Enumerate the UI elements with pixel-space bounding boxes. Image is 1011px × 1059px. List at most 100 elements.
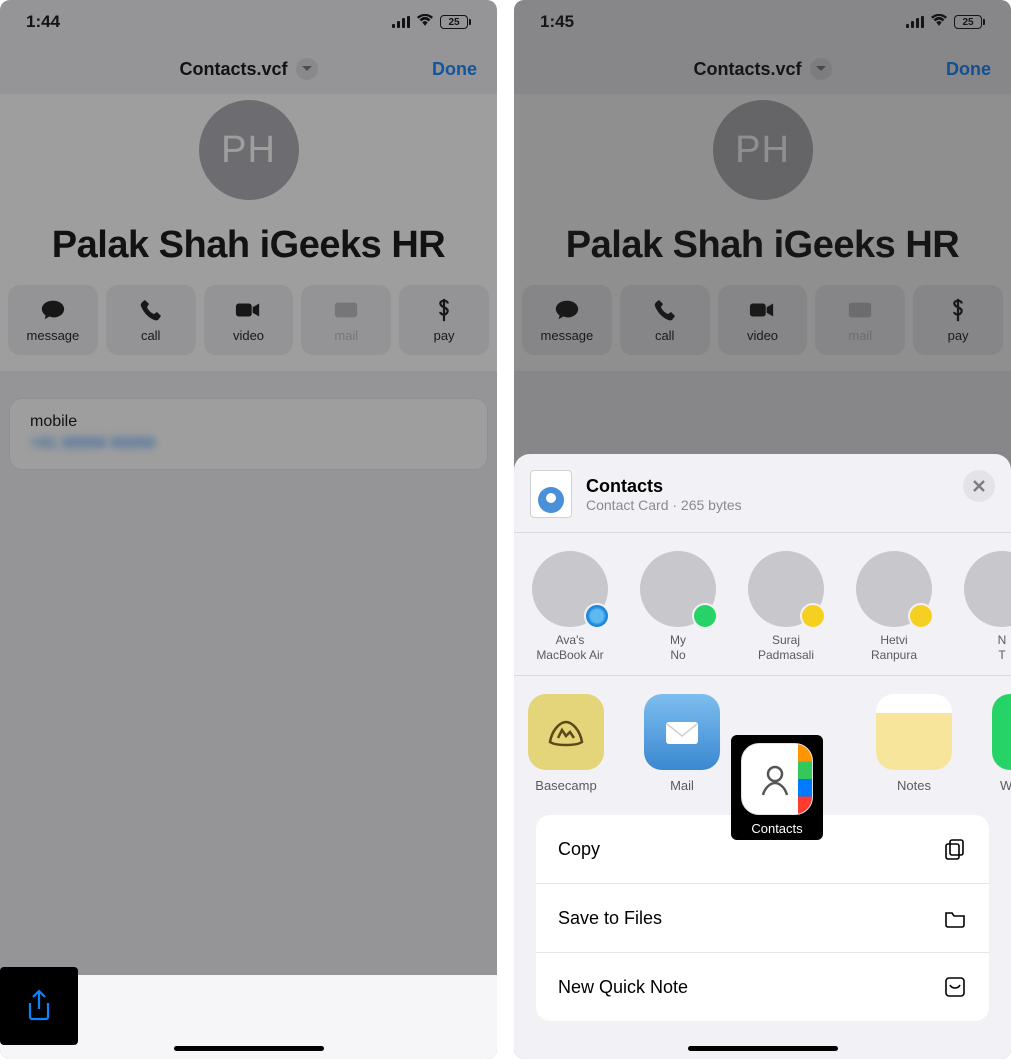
wifi-icon xyxy=(416,12,434,32)
contact-avatar: PH xyxy=(713,100,813,200)
call-label: call xyxy=(141,328,161,343)
avatar xyxy=(532,551,608,627)
basecamp-icon xyxy=(528,694,604,770)
chevron-down-icon xyxy=(296,58,318,80)
share-person[interactable]: HetviRanpura xyxy=(854,551,934,663)
cellular-icon xyxy=(392,16,410,28)
nav-bar: Contacts.vcf Done xyxy=(514,44,1011,94)
video-button[interactable]: video xyxy=(718,285,808,355)
person-name: N xyxy=(998,633,1007,647)
home-indicator xyxy=(174,1046,324,1051)
mail-icon xyxy=(333,298,359,322)
done-button[interactable]: Done xyxy=(946,59,991,80)
phone-field-label: mobile xyxy=(30,413,467,431)
wifi-icon xyxy=(930,12,948,32)
mail-button: mail xyxy=(301,285,391,355)
status-bar: 1:44 25 xyxy=(0,0,497,44)
share-icon xyxy=(25,989,53,1023)
share-person[interactable]: MyNo xyxy=(638,551,718,663)
phone-icon xyxy=(652,298,678,322)
screenshot-gap xyxy=(497,0,514,1059)
status-time: 1:44 xyxy=(26,12,60,32)
action-label: New Quick Note xyxy=(558,977,688,998)
whatsapp-icon xyxy=(992,694,1011,770)
share-sheet-title: Contacts xyxy=(586,476,742,497)
quicknote-icon xyxy=(943,975,967,999)
mail-label: mail xyxy=(334,328,358,343)
airdrop-people-row: Ava'sMacBook Air MyNo SurajPadmasali Het… xyxy=(514,533,1011,675)
nav-bar: Contacts.vcf Done xyxy=(0,44,497,94)
message-label: message xyxy=(27,328,80,343)
notes-icon xyxy=(876,694,952,770)
dollar-icon xyxy=(945,298,971,322)
avatar xyxy=(964,551,1011,627)
phone-field-value: +91 99999 99999 xyxy=(30,435,155,453)
done-button[interactable]: Done xyxy=(432,59,477,80)
message-icon xyxy=(554,298,580,322)
share-person[interactable]: Ava'sMacBook Air xyxy=(530,551,610,663)
message-label: message xyxy=(541,328,594,343)
call-label: call xyxy=(655,328,675,343)
share-app-contacts[interactable]: Contacts xyxy=(731,735,823,840)
share-app-whatsapp[interactable]: WhatsApp xyxy=(986,694,1011,793)
video-label: video xyxy=(747,328,778,343)
pay-label: pay xyxy=(434,328,455,343)
nav-title[interactable]: Contacts.vcf xyxy=(693,58,831,80)
message-button[interactable]: message xyxy=(8,285,98,355)
message-button[interactable]: message xyxy=(522,285,612,355)
copy-icon xyxy=(943,837,967,861)
save-to-files-action[interactable]: Save to Files xyxy=(536,884,989,953)
message-icon xyxy=(40,298,66,322)
share-app-mail[interactable]: Mail xyxy=(638,694,726,793)
chevron-down-icon xyxy=(810,58,832,80)
app-label: Contacts xyxy=(751,821,802,836)
home-indicator xyxy=(688,1046,838,1051)
contact-actions: message call video mail pay xyxy=(0,285,497,371)
contact-actions: message call video mail pay xyxy=(514,285,1011,371)
pay-button[interactable]: pay xyxy=(399,285,489,355)
status-bar: 1:45 25 xyxy=(514,0,1011,44)
pay-label: pay xyxy=(948,328,969,343)
phone-icon xyxy=(138,298,164,322)
person-name: Hetvi xyxy=(880,633,907,647)
share-app-basecamp[interactable]: Basecamp xyxy=(522,694,610,793)
person-name: Ava's xyxy=(556,633,585,647)
person-name: Suraj xyxy=(772,633,800,647)
status-time: 1:45 xyxy=(540,12,574,32)
mail-label: mail xyxy=(848,328,872,343)
battery-icon: 25 xyxy=(954,15,985,29)
action-label: Save to Files xyxy=(558,908,662,929)
avatar xyxy=(748,551,824,627)
video-label: video xyxy=(233,328,264,343)
avatar xyxy=(856,551,932,627)
avatar xyxy=(640,551,716,627)
video-icon xyxy=(235,298,261,322)
whatsapp-badge-icon xyxy=(692,603,718,629)
phone-field[interactable]: mobile +91 99999 99999 xyxy=(10,399,487,469)
folder-icon xyxy=(943,906,967,930)
app-badge-icon xyxy=(908,603,934,629)
left-screenshot: 1:44 25 Contacts.vcf Done PH Palak Shah … xyxy=(0,0,497,1059)
share-app-notes[interactable]: Notes xyxy=(870,694,958,793)
mail-button: mail xyxy=(815,285,905,355)
app-label: Notes xyxy=(897,778,931,793)
contact-name: Palak Shah iGeeks HR xyxy=(0,200,497,285)
video-button[interactable]: video xyxy=(204,285,294,355)
share-button[interactable] xyxy=(0,967,78,1045)
mail-app-icon xyxy=(644,694,720,770)
nav-title[interactable]: Contacts.vcf xyxy=(179,58,317,80)
pay-button[interactable]: pay xyxy=(913,285,1003,355)
contact-name: Palak Shah iGeeks HR xyxy=(514,200,1011,285)
app-label: WhatsApp xyxy=(1000,778,1011,793)
close-icon xyxy=(973,480,985,492)
nav-title-text: Contacts.vcf xyxy=(693,59,801,80)
call-button[interactable]: call xyxy=(620,285,710,355)
new-quick-note-action[interactable]: New Quick Note xyxy=(536,953,989,1021)
nav-title-text: Contacts.vcf xyxy=(179,59,287,80)
share-person[interactable]: SurajPadmasali xyxy=(746,551,826,663)
close-button[interactable] xyxy=(963,470,995,502)
app-label: Basecamp xyxy=(535,778,596,793)
share-person[interactable]: NT xyxy=(962,551,1011,663)
person-name: My xyxy=(670,633,686,647)
call-button[interactable]: call xyxy=(106,285,196,355)
